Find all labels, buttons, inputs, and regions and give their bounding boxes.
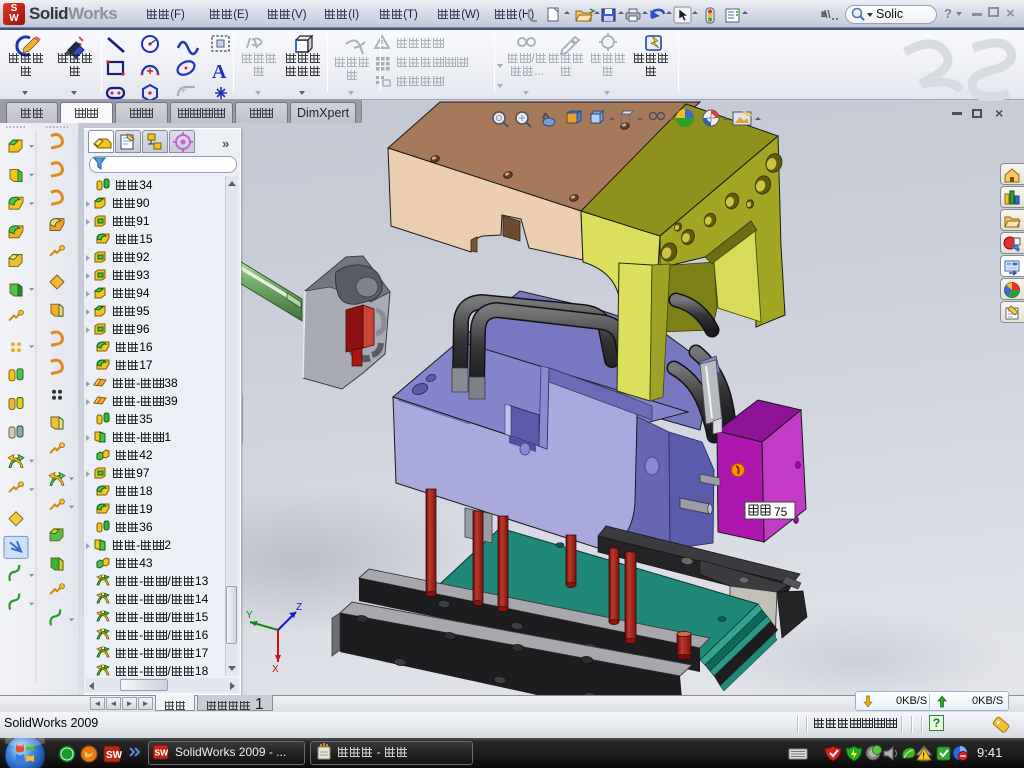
svg-text:!: !	[922, 752, 925, 761]
svg-text:SW: SW	[106, 750, 123, 761]
svg-text:75: 75	[774, 505, 788, 519]
svg-text:SW: SW	[155, 748, 170, 758]
svg-text:X: X	[272, 664, 279, 675]
svg-text:Z: Z	[296, 602, 302, 613]
svg-text:Y: Y	[246, 610, 253, 621]
svg-text:A: A	[212, 61, 227, 83]
